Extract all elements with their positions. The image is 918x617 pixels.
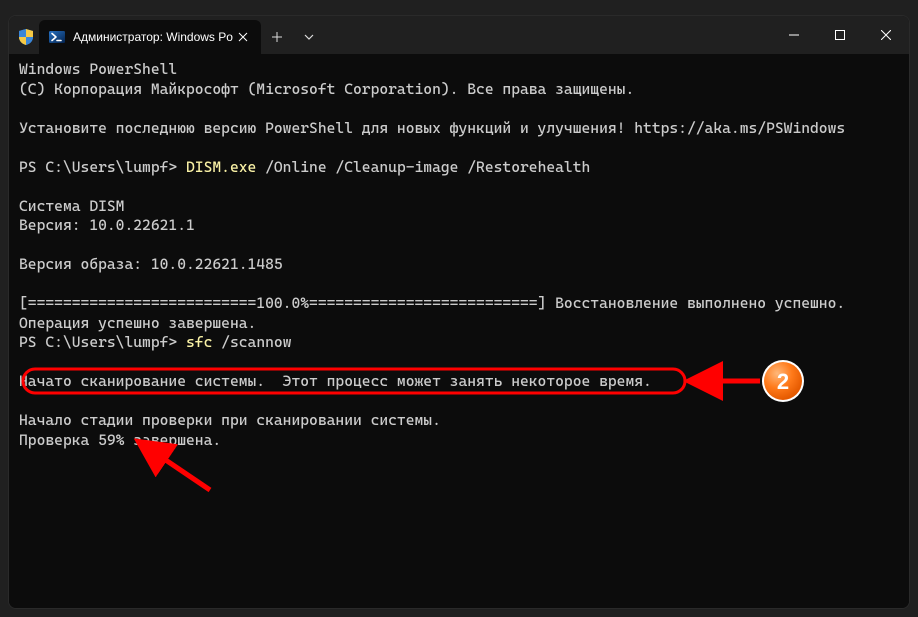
window-controls (771, 16, 909, 54)
close-button[interactable] (863, 16, 909, 54)
line: Операция успешно завершена. (19, 314, 256, 332)
command: DISM.exe (186, 158, 256, 176)
line: Проверка 59% завершена. (19, 431, 221, 449)
maximize-button[interactable] (817, 16, 863, 54)
line: Установите последнюю версию PowerShell д… (19, 119, 845, 137)
tab-powershell[interactable]: Администратор: Windows Po (39, 20, 261, 54)
tab-title: Администратор: Windows Po (73, 30, 233, 44)
args: /scannow (212, 333, 291, 351)
command: sfc (186, 333, 212, 351)
line: (C) Корпорация Майкрософт (Microsoft Cor… (19, 80, 634, 98)
prompt: PS C:\Users\lumpf> (19, 158, 186, 176)
prompt: PS C:\Users\lumpf> (19, 333, 186, 351)
line: Windows PowerShell (19, 60, 177, 78)
line: [==========================100.0%=======… (19, 294, 845, 312)
titlebar-spacer (9, 16, 19, 54)
minimize-button[interactable] (771, 16, 817, 54)
terminal-output[interactable]: Windows PowerShell (C) Корпорация Майкро… (9, 54, 909, 608)
new-tab-button[interactable] (261, 20, 293, 54)
line: Версия: 10.0.22621.1 (19, 216, 195, 234)
args: /Online /Cleanup-image /Restorehealth (256, 158, 590, 176)
uac-shield-icon (19, 29, 33, 45)
titlebar-drag-area[interactable] (325, 16, 771, 54)
powershell-icon (49, 29, 65, 45)
line: Начато сканирование системы. Этот процес… (19, 372, 652, 390)
line: Cистема DISM (19, 197, 124, 215)
tab-close-button[interactable] (233, 27, 253, 47)
tab-dropdown-button[interactable] (293, 20, 325, 54)
line: Начало стадии проверки при сканировании … (19, 411, 441, 429)
line: Версия образа: 10.0.22621.1485 (19, 255, 283, 273)
terminal-window: Администратор: Windows Po Windows PowerS… (8, 15, 910, 609)
titlebar[interactable]: Администратор: Windows Po (9, 16, 909, 54)
